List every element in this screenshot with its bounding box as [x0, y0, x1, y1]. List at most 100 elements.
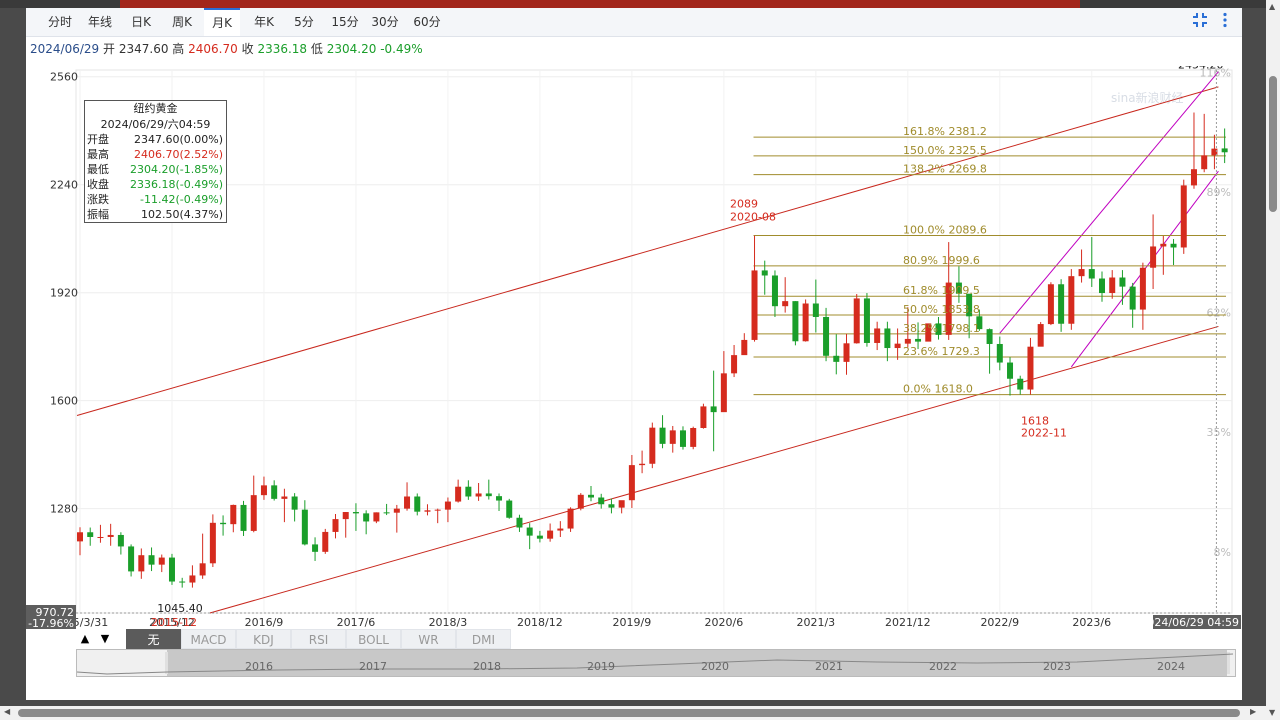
candle-body[interactable] — [853, 298, 860, 344]
candle-body[interactable] — [782, 301, 789, 307]
tab-month-k[interactable]: 月K — [204, 8, 240, 36]
candle-body[interactable] — [148, 555, 155, 565]
candle-body[interactable] — [128, 546, 135, 572]
horizontal-scrollbar[interactable]: ◀ ▶ — [0, 706, 1266, 720]
candle-body[interactable] — [598, 497, 605, 505]
candle-body[interactable] — [731, 355, 738, 374]
candle-body[interactable] — [434, 509, 441, 511]
candle-body[interactable] — [628, 465, 635, 501]
candle-body[interactable] — [588, 494, 594, 498]
candle-body[interactable] — [301, 509, 308, 545]
tab-fenshi[interactable]: 分时 — [46, 8, 74, 36]
candle-body[interactable] — [485, 493, 492, 497]
candle-body[interactable] — [1058, 284, 1065, 324]
candle-body[interactable] — [863, 298, 870, 343]
candle-body[interactable] — [1160, 243, 1167, 247]
candle-body[interactable] — [250, 495, 257, 531]
candle-body[interactable] — [322, 531, 329, 552]
candle-body[interactable] — [1221, 148, 1228, 153]
candle-body[interactable] — [823, 316, 830, 356]
candle-body[interactable] — [383, 512, 390, 514]
candle-body[interactable] — [812, 303, 819, 317]
candle-body[interactable] — [741, 339, 748, 356]
candle-body[interactable] — [260, 485, 267, 496]
candle-body[interactable] — [332, 519, 339, 532]
candle-body[interactable] — [1007, 362, 1014, 379]
candle-body[interactable] — [444, 501, 451, 510]
candle-body[interactable] — [1068, 276, 1075, 324]
candle-body[interactable] — [209, 522, 216, 564]
candle-body[interactable] — [1099, 278, 1105, 294]
tab-week-k[interactable]: 周K — [168, 8, 196, 36]
candle-body[interactable] — [915, 338, 922, 342]
horizontal-scroll-thumb[interactable] — [18, 709, 1240, 717]
candle-body[interactable] — [894, 343, 901, 349]
tab-day-k[interactable]: 日K — [128, 8, 154, 36]
candle-body[interactable] — [1088, 269, 1095, 279]
candle-body[interactable] — [516, 517, 523, 528]
candle-body[interactable] — [700, 406, 707, 429]
candle-body[interactable] — [87, 532, 94, 537]
candle-body[interactable] — [455, 486, 462, 502]
candle-body[interactable] — [312, 544, 319, 552]
candle-body[interactable] — [189, 575, 196, 583]
candle-body[interactable] — [833, 355, 840, 362]
indicator-boll[interactable]: BOLL — [346, 629, 401, 649]
indicator-wr[interactable]: WR — [401, 629, 456, 649]
candle-body[interactable] — [1078, 269, 1085, 277]
triangle-up-icon[interactable]: ▲ — [76, 629, 94, 649]
indicator-kdj[interactable]: KDJ — [236, 629, 291, 649]
tab-5min[interactable]: 5分 — [292, 8, 316, 36]
candle-body[interactable] — [649, 427, 656, 464]
candle-body[interactable] — [1139, 267, 1146, 310]
candle-body[interactable] — [761, 270, 768, 276]
candle-body[interactable] — [77, 532, 83, 542]
candle-body[interactable] — [669, 430, 676, 444]
candle-body[interactable] — [97, 536, 104, 538]
candle-body[interactable] — [240, 504, 247, 531]
candle-body[interactable] — [1119, 277, 1126, 287]
candle-body[interactable] — [1170, 243, 1177, 248]
candle-body[interactable] — [547, 530, 554, 539]
triangle-down-icon[interactable]: ▼ — [96, 629, 114, 649]
scroll-left-icon[interactable]: ◀ — [4, 707, 10, 716]
candle-body[interactable] — [1027, 346, 1034, 390]
candle-body[interactable] — [1129, 286, 1136, 310]
candle-body[interactable] — [690, 428, 697, 447]
candle-body[interactable] — [393, 508, 400, 513]
candle-body[interactable] — [271, 485, 278, 499]
candle-body[interactable] — [496, 496, 503, 501]
candle-body[interactable] — [618, 500, 625, 508]
indicator-macd[interactable]: MACD — [181, 629, 236, 649]
candle-body[interactable] — [577, 494, 584, 509]
candle-body[interactable] — [373, 512, 380, 522]
candle-body[interactable] — [996, 343, 1003, 363]
more-vertical-icon[interactable] — [1222, 12, 1230, 32]
scroll-down-icon[interactable]: ▼ — [1269, 708, 1275, 717]
scroll-up-icon[interactable]: ▲ — [1269, 2, 1275, 11]
candle-body[interactable] — [710, 406, 717, 413]
vertical-scrollbar[interactable]: ▲ ▼ — [1266, 0, 1280, 720]
candle-body[interactable] — [1190, 169, 1197, 186]
candle-body[interactable] — [567, 508, 574, 529]
tab-year-line[interactable]: 年线 — [86, 8, 114, 36]
candle-body[interactable] — [414, 496, 421, 512]
candle-body[interactable] — [1109, 277, 1116, 294]
tab-30min[interactable]: 30分 — [370, 8, 400, 36]
candle-body[interactable] — [557, 528, 564, 531]
candle-body[interactable] — [1047, 284, 1054, 325]
collapse-icon[interactable] — [1192, 12, 1208, 32]
candle-body[interactable] — [230, 504, 237, 525]
candle-body[interactable] — [291, 496, 298, 510]
indicator-dmi[interactable]: DMI — [456, 629, 511, 649]
candle-body[interactable] — [884, 328, 891, 349]
candle-body[interactable] — [363, 513, 370, 522]
candle-body[interactable] — [220, 522, 227, 525]
candle-body[interactable] — [138, 555, 145, 572]
candle-body[interactable] — [659, 427, 666, 444]
candle-body[interactable] — [608, 504, 615, 508]
candle-body[interactable] — [792, 301, 799, 342]
candle-body[interactable] — [1037, 324, 1044, 347]
candle-body[interactable] — [352, 512, 359, 514]
candle-body[interactable] — [107, 534, 114, 537]
